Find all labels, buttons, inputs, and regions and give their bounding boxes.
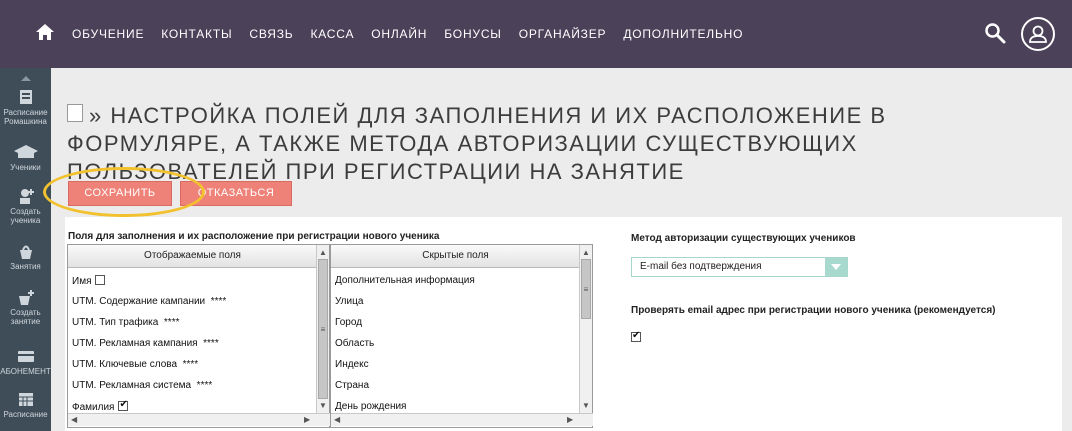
page-title-text: » НАСТРОЙКА ПОЛЕЙ ДЛЯ ЗАПОЛНЕНИЯ И ИХ РА…: [67, 103, 887, 184]
sidebar-item-label: Создать: [10, 207, 41, 216]
list-item[interactable]: UTM. Рекламная кампания ****: [72, 338, 219, 349]
horizontal-scrollbar[interactable]: ◀ ▶: [68, 413, 330, 426]
sidebar-item-subscription[interactable]: АБОНЕМЕНТ: [0, 347, 51, 376]
sidebar-item-students[interactable]: Ученики: [0, 143, 51, 172]
add-student-icon: [19, 189, 34, 204]
sidebar-item-label: занятие: [10, 317, 41, 326]
top-navigation-bar: ОБУЧЕНИЕ КОНТАКТЫ СВЯЗЬ КАССА ОНЛАЙН БОН…: [0, 0, 1072, 68]
schedule-icon: [18, 393, 33, 406]
main-menu: ОБУЧЕНИЕ КОНТАКТЫ СВЯЗЬ КАССА ОНЛАЙН БОН…: [72, 27, 760, 41]
calendar-icon: [19, 90, 32, 104]
nav-item-training[interactable]: ОБУЧЕНИЕ: [72, 27, 144, 41]
search-icon[interactable]: [984, 22, 1006, 44]
nav-item-bonuses[interactable]: БОНУСЫ: [444, 27, 501, 41]
list-item[interactable]: Улица: [335, 296, 363, 307]
chevron-down-icon[interactable]: [825, 258, 847, 276]
vertical-scrollbar[interactable]: ▲ ≡ ▼: [579, 245, 592, 413]
sidebar-item-label: Расписание: [3, 108, 48, 117]
verify-email-label: Проверять email адрес при регистрации но…: [631, 305, 996, 316]
hidden-fields-list[interactable]: Скрытые поля Дополнительная информация У…: [330, 244, 593, 428]
scroll-down-arrow-icon[interactable]: ▼: [582, 401, 590, 410]
required-checkbox[interactable]: [118, 399, 129, 411]
nav-item-contacts[interactable]: КОНТАКТЫ: [161, 27, 232, 41]
document-icon: [67, 104, 83, 122]
add-lesson-icon: [18, 290, 34, 305]
list-item[interactable]: Фамилия: [72, 399, 129, 413]
user-avatar-button[interactable]: [1021, 17, 1055, 51]
horizontal-scrollbar[interactable]: ◀ ▶: [331, 413, 593, 426]
displayed-fields-header: Отображаемые поля: [68, 245, 317, 268]
sidebar-item-label: Ромашкина: [4, 117, 47, 126]
displayed-fields-list[interactable]: Отображаемые поля Имя UTM. Содержание ка…: [67, 244, 330, 428]
list-item[interactable]: Дополнительная информация: [335, 275, 475, 286]
home-icon[interactable]: [35, 22, 55, 42]
nav-item-additional[interactable]: ДОПОЛНИТЕЛЬНО: [623, 27, 743, 41]
sidebar-item-schedule[interactable]: Расписание: [0, 390, 51, 419]
highlight-ellipse: [43, 167, 205, 217]
list-item[interactable]: Область: [335, 338, 374, 349]
list-item[interactable]: Индекс: [335, 359, 369, 370]
page-title: » НАСТРОЙКА ПОЛЕЙ ДЛЯ ЗАПОЛНЕНИЯ И ИХ РА…: [67, 102, 1047, 186]
list-item[interactable]: UTM. Тип трафика ****: [72, 317, 179, 328]
sidebar-item-label: Расписание: [3, 410, 48, 419]
nav-item-cashbox[interactable]: КАССА: [310, 27, 354, 41]
scroll-up-arrow-icon[interactable]: ▲: [319, 248, 327, 257]
students-icon: [13, 145, 38, 158]
scroll-left-arrow-icon[interactable]: ◀: [334, 415, 340, 424]
required-checkbox[interactable]: [95, 275, 106, 285]
nav-item-online[interactable]: ОНЛАЙН: [371, 27, 427, 41]
auth-method-select[interactable]: E-mail без подтверждения: [631, 257, 848, 277]
list-item[interactable]: День рождения: [335, 401, 406, 412]
scroll-left-arrow-icon[interactable]: ◀: [71, 415, 77, 424]
list-item[interactable]: UTM. Ключевые слова ****: [72, 359, 198, 370]
sidebar-item-label: Занятия: [10, 262, 41, 271]
hidden-fields-header: Скрытые поля: [331, 245, 580, 268]
auth-method-value: E-mail без подтверждения: [640, 261, 762, 272]
sidebar-item-label: Создать: [10, 308, 41, 317]
scroll-thumb[interactable]: ≡: [581, 259, 591, 319]
list-item[interactable]: Город: [335, 317, 362, 328]
list-item[interactable]: Имя: [72, 275, 106, 287]
scroll-up-arrow-icon[interactable]: ▲: [582, 248, 590, 257]
lesson-icon: [19, 245, 32, 259]
scroll-right-arrow-icon[interactable]: ▶: [567, 415, 573, 424]
list-item[interactable]: UTM. Содержание кампании ****: [72, 296, 226, 307]
scroll-thumb[interactable]: ≡: [318, 259, 328, 399]
user-icon: [1029, 25, 1047, 43]
scroll-up-icon[interactable]: [20, 74, 32, 82]
fields-section-label: Поля для заполнения и их расположение пр…: [68, 231, 440, 242]
sidebar-item-label: ученика: [10, 216, 41, 225]
list-item[interactable]: UTM. Рекламная система ****: [72, 380, 212, 391]
sidebar-item-label: АБОНЕМЕНТ: [0, 367, 51, 376]
scroll-down-arrow-icon[interactable]: ▼: [319, 401, 327, 410]
sidebar-item-label: Ученики: [10, 163, 41, 172]
sidebar-item-lessons[interactable]: Занятия: [0, 242, 51, 271]
nav-item-organizer[interactable]: ОРГАНАЙЗЕР: [519, 27, 607, 41]
list-item[interactable]: Страна: [335, 380, 369, 391]
verify-email-checkbox[interactable]: [631, 330, 641, 342]
sidebar-item-schedule-romashkin[interactable]: Расписание Ромашкина: [0, 88, 51, 126]
vertical-scrollbar[interactable]: ▲ ≡ ▼: [316, 245, 329, 413]
nav-item-communication[interactable]: СВЯЗЬ: [249, 27, 293, 41]
card-icon: [17, 351, 34, 362]
auth-method-label: Метод авторизации существующих учеников: [631, 233, 856, 244]
sidebar-item-create-lesson[interactable]: Создать занятие: [0, 288, 51, 326]
sidebar: Расписание Ромашкина Ученики Создать уче…: [0, 68, 51, 431]
scroll-right-arrow-icon[interactable]: ▶: [304, 415, 310, 424]
